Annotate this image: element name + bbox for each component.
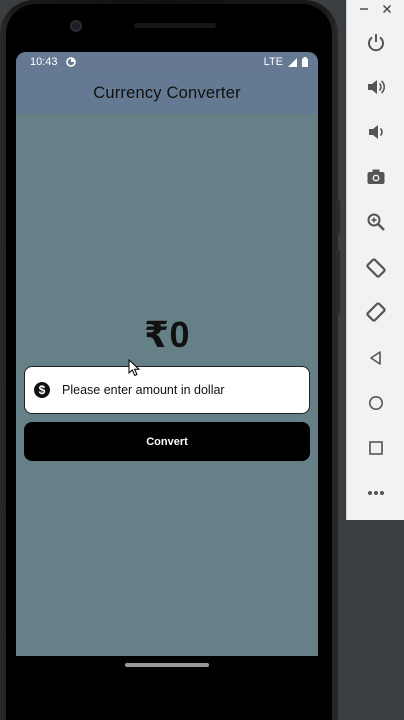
- zoom-icon[interactable]: [364, 210, 388, 234]
- minimize-icon[interactable]: [359, 4, 369, 18]
- phone-screen: 10:43 LTE Currency Converter ₹0 $ Please…: [16, 52, 318, 656]
- convert-button[interactable]: Convert: [24, 422, 310, 461]
- app-title: Currency Converter: [93, 83, 241, 102]
- home-icon[interactable]: [364, 391, 388, 415]
- dollar-amount-input[interactable]: $ Please enter amount in dollar: [24, 366, 310, 414]
- battery-icon: [302, 57, 308, 67]
- emulator-toolbar: [346, 0, 404, 520]
- dollar-circle-icon: $: [34, 382, 50, 398]
- rotate-right-icon[interactable]: [364, 300, 388, 324]
- emulator-window: 10:43 LTE Currency Converter ₹0 $ Please…: [0, 0, 404, 720]
- mouse-cursor-icon: [128, 359, 142, 377]
- status-time: 10:43: [30, 56, 58, 68]
- phone-volume-button: [336, 250, 340, 314]
- front-camera: [70, 20, 82, 32]
- close-icon[interactable]: [382, 4, 392, 18]
- camera-icon[interactable]: [364, 165, 388, 189]
- signal-icon: [288, 57, 297, 67]
- volume-down-icon[interactable]: [364, 120, 388, 144]
- status-network: LTE: [263, 56, 283, 68]
- more-icon[interactable]: [364, 481, 388, 505]
- volume-up-icon[interactable]: [364, 75, 388, 99]
- status-bar: 10:43 LTE: [16, 52, 318, 72]
- gesture-home-indicator[interactable]: [125, 663, 209, 667]
- amount-input-placeholder: Please enter amount in dollar: [62, 383, 225, 397]
- earpiece: [134, 23, 216, 28]
- phone-frame: 10:43 LTE Currency Converter ₹0 $ Please…: [0, 0, 340, 720]
- rotate-left-icon[interactable]: [364, 256, 388, 280]
- svg-text:$: $: [39, 383, 46, 397]
- power-icon[interactable]: [364, 30, 388, 54]
- back-icon[interactable]: [364, 346, 388, 370]
- converted-amount: ₹0: [143, 314, 191, 355]
- phone-side-button: [336, 200, 340, 234]
- app-bar: Currency Converter: [16, 72, 318, 114]
- sync-icon: [65, 57, 76, 67]
- overview-icon[interactable]: [364, 436, 388, 460]
